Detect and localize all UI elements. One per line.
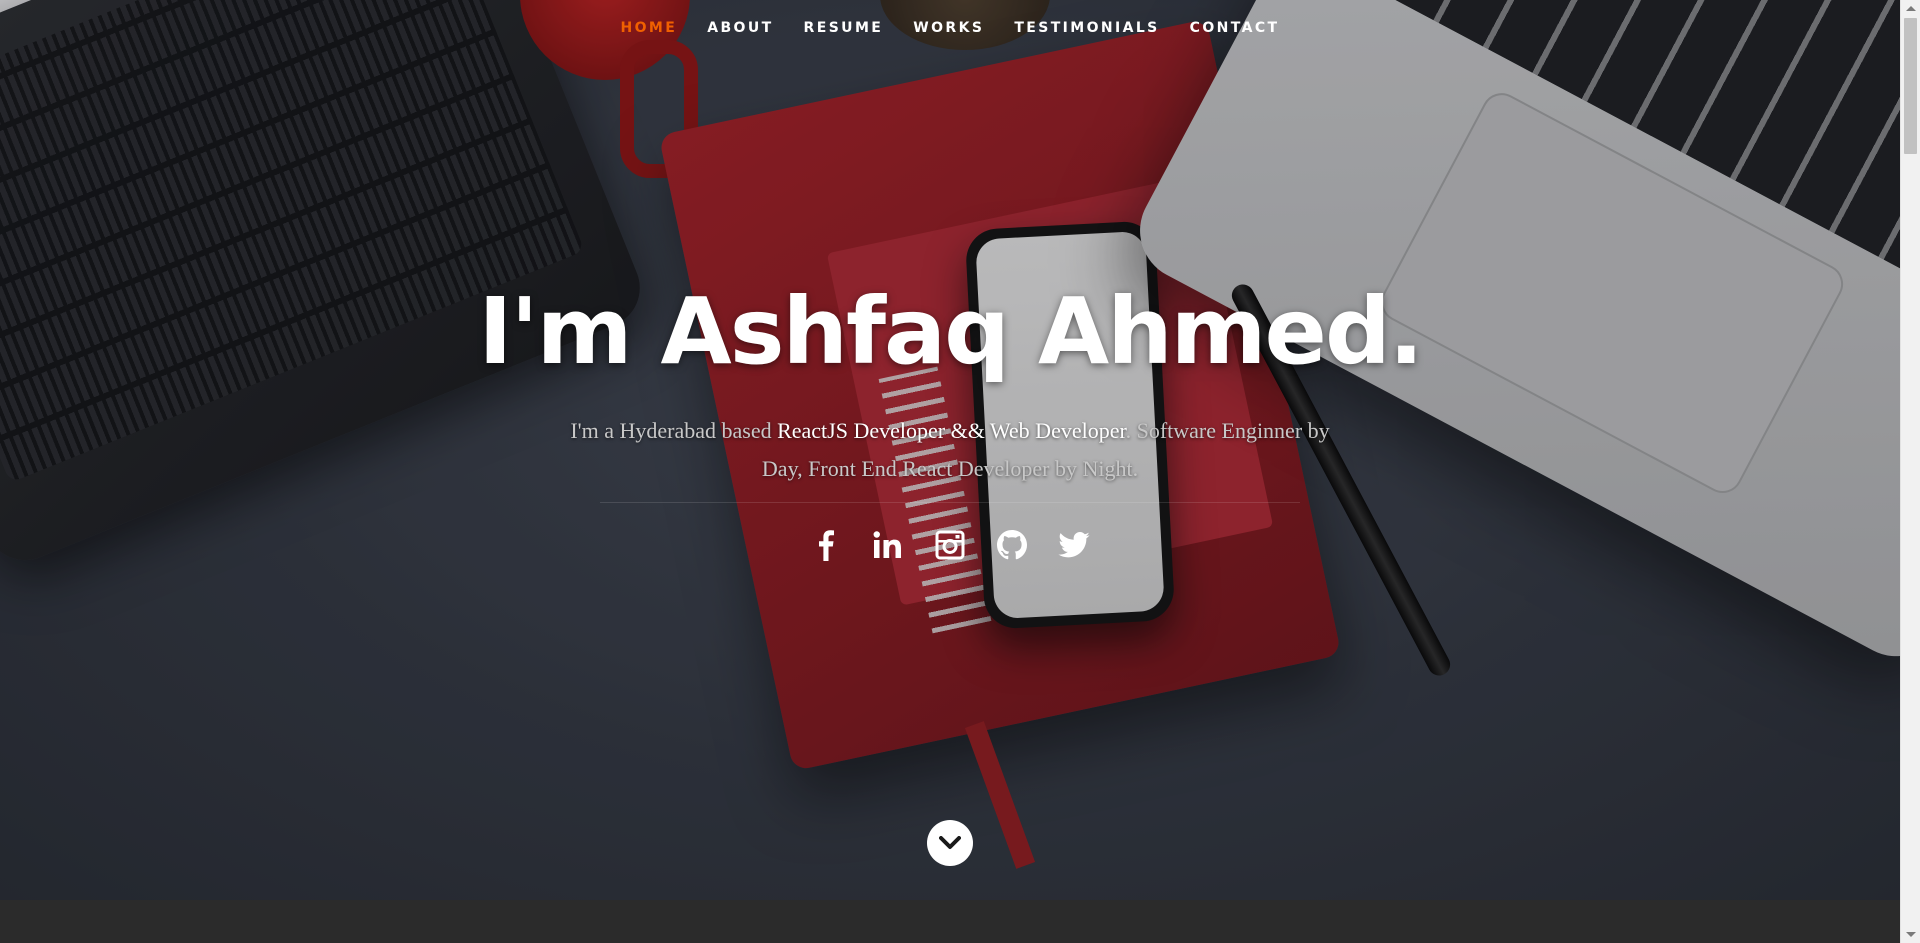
facebook-icon[interactable] [808, 527, 844, 563]
tagline-intro: I'm a Hyderabad based [570, 418, 778, 443]
instagram-icon[interactable] [932, 527, 968, 563]
hero-section: HOME ABOUT RESUME WORKS TESTIMONIALS CON… [0, 0, 1900, 900]
next-section-edge [0, 900, 1900, 943]
scrollbar-thumb[interactable] [1904, 18, 1917, 154]
twitter-icon[interactable] [1056, 527, 1092, 563]
banner: I'm Ashfaq Ahmed. I'm a Hyderabad based … [0, 272, 1900, 563]
scroll-up-arrow-icon[interactable] [1906, 6, 1916, 11]
nav-item-contact[interactable]: CONTACT [1190, 16, 1280, 40]
nav-item-testimonials[interactable]: TESTIMONIALS [1014, 16, 1159, 40]
linkedin-icon[interactable] [870, 527, 906, 563]
social-links [0, 527, 1900, 563]
scroll-down-arrow-icon[interactable] [1906, 932, 1916, 937]
page-scrollbar[interactable] [1900, 0, 1920, 943]
nav-item-resume[interactable]: RESUME [804, 16, 884, 40]
divider [600, 502, 1300, 503]
chevron-down-icon [939, 836, 961, 849]
tagline-highlight: ReactJS Developer && Web Developer [777, 418, 1126, 443]
page-title: I'm Ashfaq Ahmed. [478, 278, 1424, 385]
main-nav: HOME ABOUT RESUME WORKS TESTIMONIALS CON… [0, 16, 1900, 40]
scroll-down-button[interactable] [927, 820, 973, 866]
nav-item-about[interactable]: ABOUT [707, 16, 773, 40]
nav-item-works[interactable]: WORKS [913, 16, 984, 40]
github-icon[interactable] [994, 527, 1030, 563]
nav-item-home[interactable]: HOME [621, 16, 678, 40]
tagline: I'm a Hyderabad based ReactJS Developer … [560, 412, 1340, 488]
